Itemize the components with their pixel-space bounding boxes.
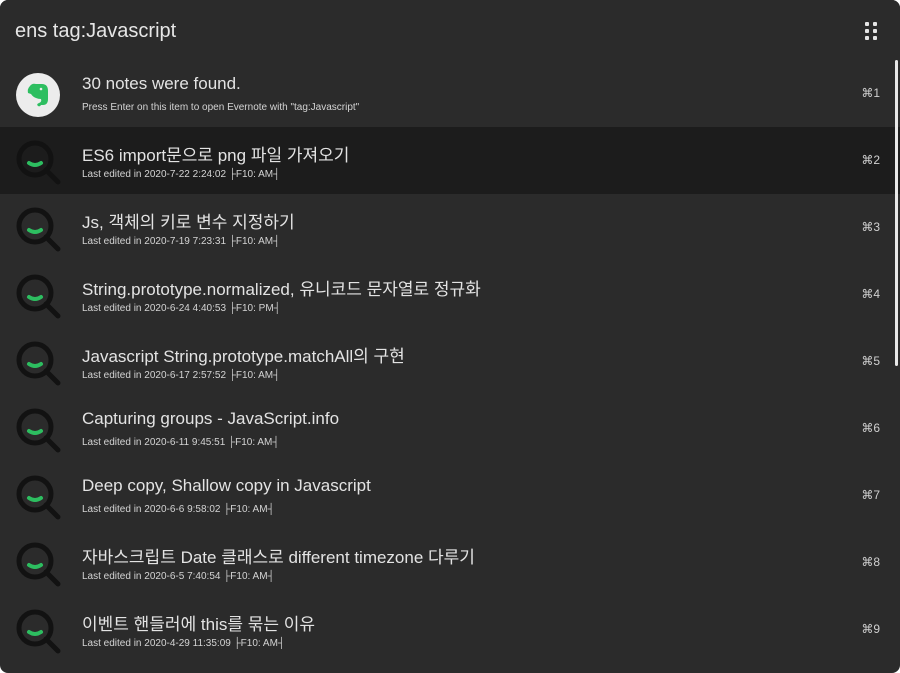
result-title: Js, 객체의 키로 변수 지정하기 <box>82 213 295 232</box>
result-row[interactable]: 자바스크립트 Date 클래스로 different timezone 다루기 L… <box>0 529 900 596</box>
menu-grid-icon[interactable] <box>865 22 879 40</box>
result-shortcut: ⌘5 <box>861 354 880 368</box>
result-shortcut: ⌘8 <box>861 555 880 569</box>
magnifier-icon <box>15 474 61 520</box>
result-subtitle: Last edited in 2020-7-19 7:23:31 ├F10: A… <box>82 236 281 247</box>
result-title: String.prototype.normalized, 유니코드 문자열로 정… <box>82 280 481 299</box>
results-list: 30 notes were found. Press Enter on this … <box>0 60 900 673</box>
magnifier-icon <box>15 273 61 319</box>
launcher-window: 30 notes were found. Press Enter on this … <box>0 0 900 673</box>
result-row[interactable]: ES6 import문으로 png 파일 가져오기 Last edited in … <box>0 127 900 194</box>
result-title: 자바스크립트 Date 클래스로 different timezone 다루기 <box>82 548 475 567</box>
result-row[interactable]: Js, 객체의 키로 변수 지정하기 Last edited in 2020-7-… <box>0 194 900 261</box>
result-title: 30 notes were found. <box>82 74 241 93</box>
scrollbar[interactable] <box>895 60 898 366</box>
result-row[interactable]: Capturing groups - JavaScript.info Last e… <box>0 395 900 462</box>
search-input[interactable] <box>0 0 840 62</box>
result-title: ES6 import문으로 png 파일 가져오기 <box>82 146 350 165</box>
result-row[interactable]: 30 notes were found. Press Enter on this … <box>0 60 900 127</box>
result-subtitle: Last edited in 2020-6-17 2:57:52 ├F10: A… <box>82 370 281 381</box>
result-shortcut: ⌘9 <box>861 622 880 636</box>
result-row[interactable]: Javascript String.prototype.matchAll의 구현… <box>0 328 900 395</box>
result-shortcut: ⌘1 <box>861 86 880 100</box>
magnifier-icon <box>15 407 61 453</box>
result-subtitle: Last edited in 2020-6-11 9:45:51 ├F10: A… <box>82 437 280 448</box>
result-shortcut: ⌘2 <box>861 153 880 167</box>
result-subtitle: Last edited in 2020-6-6 9:58:02 ├F10: AM… <box>82 504 275 515</box>
search-bar <box>0 0 900 62</box>
result-subtitle: Press Enter on this item to open Evernot… <box>82 102 360 113</box>
magnifier-icon <box>15 608 61 654</box>
result-title: Javascript String.prototype.matchAll의 구현 <box>82 347 405 366</box>
magnifier-icon <box>15 139 61 185</box>
result-row[interactable]: 이벤트 핸들러에 this를 묶는 이유 Last edited in 2020-… <box>0 596 900 663</box>
result-title: Deep copy, Shallow copy in Javascript <box>82 476 371 495</box>
result-shortcut: ⌘6 <box>861 421 880 435</box>
result-subtitle: Last edited in 2020-6-24 4:40:53 ├F10: P… <box>82 303 281 314</box>
result-shortcut: ⌘4 <box>861 287 880 301</box>
result-shortcut: ⌘3 <box>861 220 880 234</box>
magnifier-icon <box>15 340 61 386</box>
result-subtitle: Last edited in 2020-7-22 2:24:02 ├F10: A… <box>82 169 281 180</box>
magnifier-icon <box>15 541 61 587</box>
result-subtitle: Last edited in 2020-6-5 7:40:54 ├F10: AM… <box>82 571 275 582</box>
result-title: 이벤트 핸들러에 this를 묶는 이유 <box>82 615 316 634</box>
magnifier-icon <box>15 206 61 252</box>
evernote-elephant-icon <box>15 72 61 118</box>
result-subtitle: Last edited in 2020-4-29 11:35:09 ├F10: … <box>82 638 286 649</box>
result-title: Capturing groups - JavaScript.info <box>82 409 340 428</box>
result-row[interactable]: Deep copy, Shallow copy in Javascript Las… <box>0 462 900 529</box>
result-shortcut: ⌘7 <box>861 488 880 502</box>
result-row[interactable]: String.prototype.normalized, 유니코드 문자열로 정… <box>0 261 900 328</box>
